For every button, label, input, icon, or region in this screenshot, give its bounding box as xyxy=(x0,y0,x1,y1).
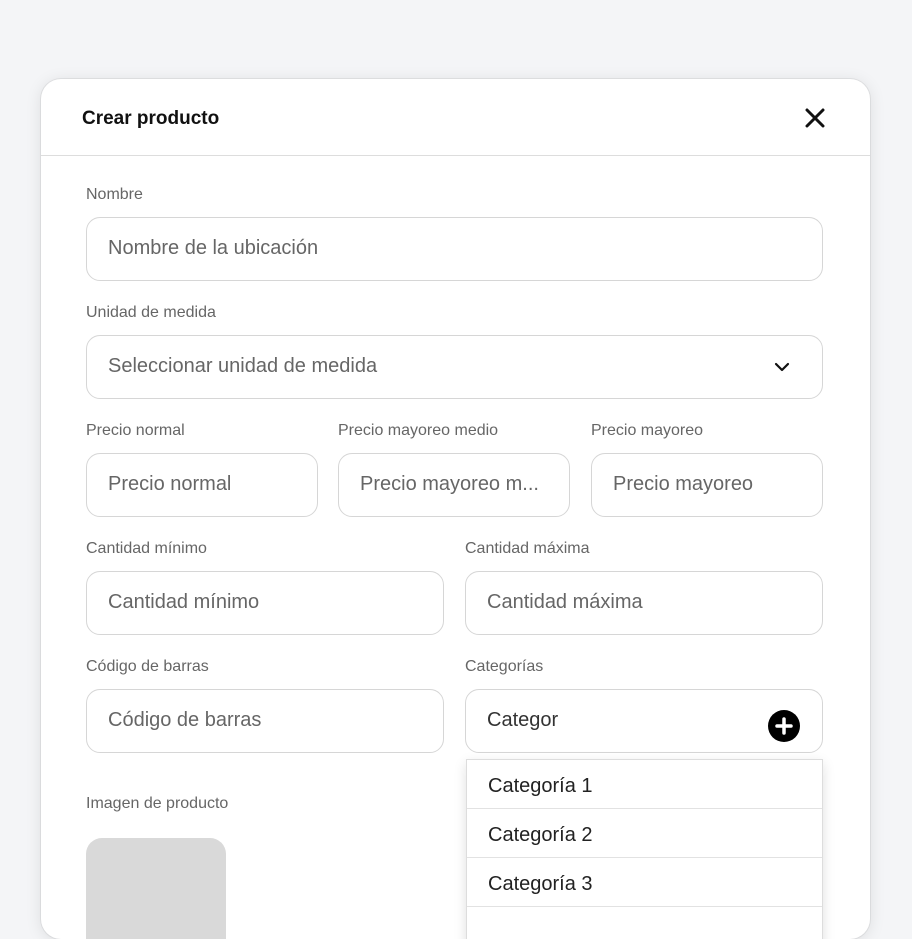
categorias-label: Categorías xyxy=(465,658,544,675)
dropdown-item-categoria-3[interactable]: Categoría 3 xyxy=(467,858,822,907)
cantidad-minimo-input[interactable]: Cantidad mínimo xyxy=(86,571,444,635)
categories-dropdown: Categoría 1 Categoría 2 Categoría 3 xyxy=(466,759,823,939)
nombre-input[interactable]: Nombre de la ubicación xyxy=(86,217,823,281)
nombre-label: Nombre xyxy=(86,186,143,203)
cantidad-maxima-input[interactable]: Cantidad máxima xyxy=(465,571,823,635)
dropdown-item-categoria-1[interactable]: Categoría 1 xyxy=(467,760,822,809)
categorias-value: Categor xyxy=(487,709,559,731)
dropdown-item-categoria-2[interactable]: Categoría 2 xyxy=(467,809,822,858)
close-button[interactable] xyxy=(801,104,829,132)
modal-header: Crear producto xyxy=(41,79,870,156)
image-upload-placeholder[interactable] xyxy=(86,838,226,939)
precio-mayoreo-medio-label: Precio mayoreo medio xyxy=(338,422,499,439)
precio-mayoreo-medio-input[interactable]: Precio mayoreo m... xyxy=(338,453,570,517)
imagen-producto-label: Imagen de producto xyxy=(86,795,229,812)
add-category-button[interactable] xyxy=(768,706,800,742)
unidad-medida-select[interactable]: Seleccionar unidad de medida xyxy=(86,335,823,399)
categorias-input[interactable]: Categor xyxy=(465,689,823,753)
unidad-medida-placeholder: Seleccionar unidad de medida xyxy=(108,355,378,377)
cantidad-minimo-label: Cantidad mínimo xyxy=(86,540,207,557)
unidad-medida-label: Unidad de medida xyxy=(86,304,216,321)
codigo-barras-input[interactable]: Código de barras xyxy=(86,689,444,753)
chevron-down-icon xyxy=(774,362,790,372)
codigo-barras-label: Código de barras xyxy=(86,658,209,675)
plus-circle-icon xyxy=(768,710,800,742)
cantidad-maxima-label: Cantidad máxima xyxy=(465,540,590,557)
precio-normal-input[interactable]: Precio normal xyxy=(86,453,318,517)
close-icon xyxy=(805,108,825,128)
create-product-modal: Crear producto Nombre Nombre de la ubica… xyxy=(41,79,870,939)
precio-normal-label: Precio normal xyxy=(86,422,185,439)
precio-mayoreo-label: Precio mayoreo xyxy=(591,422,704,439)
precio-mayoreo-input[interactable]: Precio mayoreo xyxy=(591,453,823,517)
modal-title: Crear producto xyxy=(82,108,220,129)
